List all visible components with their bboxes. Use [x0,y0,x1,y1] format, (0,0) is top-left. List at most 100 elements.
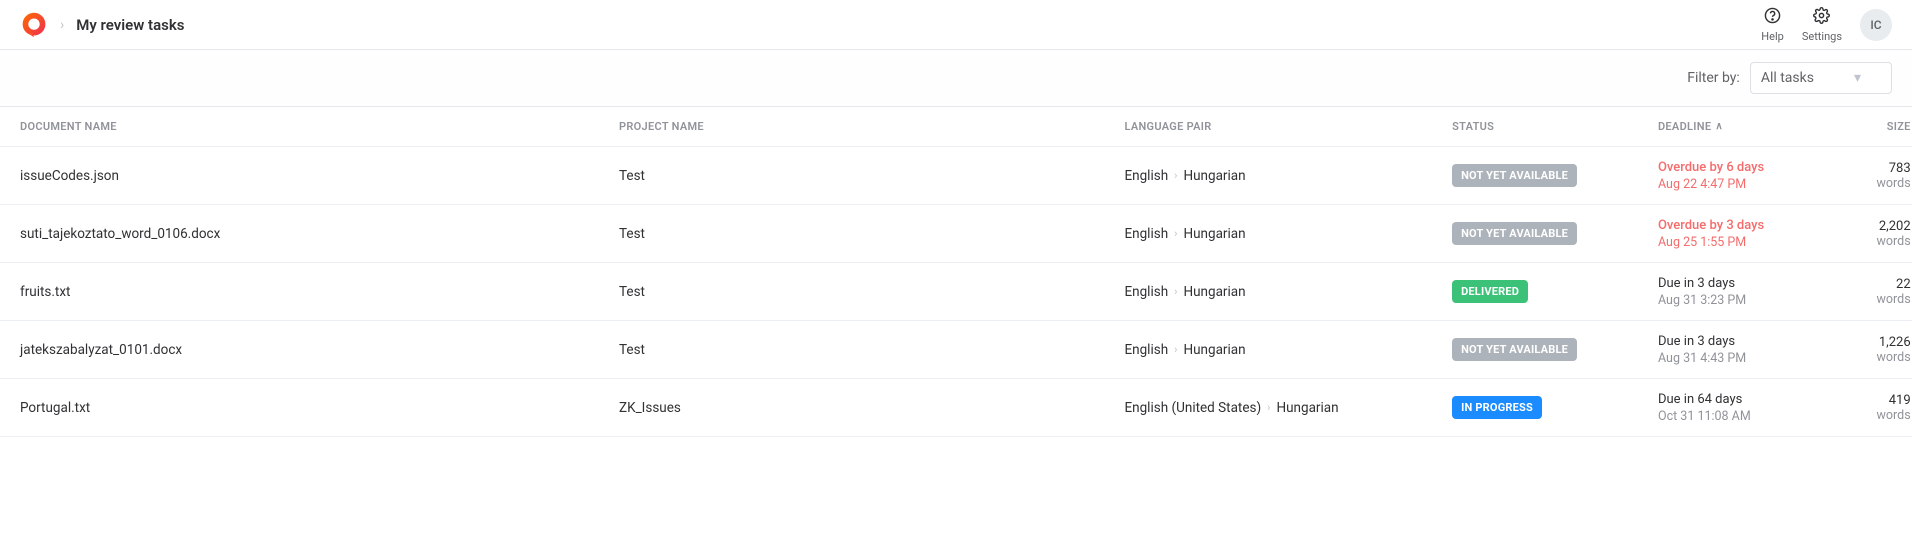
col-size[interactable]: SIZE [1826,120,1910,133]
size-cell: 22 words [1826,277,1910,307]
deadline-absolute: Oct 31 11:08 AM [1658,409,1826,424]
document-name-cell: fruits.txt [20,284,619,300]
deadline-relative: Overdue by 6 days [1658,160,1826,175]
header-left: › My review tasks [20,11,184,39]
deadline-relative: Due in 3 days [1658,334,1826,349]
filter-selected-value: All tasks [1761,70,1814,86]
language-to: Hungarian [1183,284,1245,300]
col-deadline-label: DEADLINE [1658,120,1711,133]
project-name-cell: Test [619,168,1124,184]
app-header: › My review tasks Help Settings IC [0,0,1912,50]
document-name-cell: Portugal.txt [20,400,619,416]
col-status[interactable]: STATUS [1452,120,1658,133]
sort-ascending-icon: ∧ [1715,121,1723,132]
language-pair-cell: English › Hungarian [1124,284,1452,300]
filter-select[interactable]: All tasks ▾ [1750,62,1892,94]
deadline-absolute: Aug 25 1:55 PM [1658,235,1826,250]
table-row[interactable]: issueCodes.json Test English › Hungarian… [0,147,1912,205]
deadline-cell: Due in 64 days Oct 31 11:08 AM [1658,392,1826,424]
deadline-cell: Due in 3 days Aug 31 3:23 PM [1658,276,1826,308]
filter-bar: Filter by: All tasks ▾ [0,50,1912,107]
status-cell: NOT YET AVAILABLE [1452,164,1658,187]
size-cell: 1,226 words [1826,335,1910,365]
size-count: 1,226 [1879,335,1911,350]
col-project-name[interactable]: PROJECT NAME [619,120,1124,133]
status-cell: NOT YET AVAILABLE [1452,222,1658,245]
status-badge: NOT YET AVAILABLE [1452,164,1577,187]
table-header: DOCUMENT NAME PROJECT NAME LANGUAGE PAIR… [0,107,1912,147]
size-cell: 2,202 words [1826,219,1910,249]
language-pair-cell: English › Hungarian [1124,168,1452,184]
app-logo-icon[interactable] [20,11,48,39]
deadline-cell: Due in 3 days Aug 31 4:43 PM [1658,334,1826,366]
project-name-cell: Test [619,284,1124,300]
language-pair-cell: English › Hungarian [1124,226,1452,242]
chevron-right-icon: › [1174,343,1177,356]
table-body: issueCodes.json Test English › Hungarian… [0,147,1912,437]
settings-button[interactable]: Settings [1802,7,1842,43]
help-icon [1764,7,1781,28]
size-cell: 783 words [1826,161,1910,191]
project-name-cell: ZK_Issues [619,400,1124,416]
user-avatar[interactable]: IC [1860,9,1892,41]
deadline-relative: Due in 64 days [1658,392,1826,407]
chevron-right-icon: › [1267,401,1270,414]
size-count: 783 [1889,161,1911,176]
document-name-cell: suti_tajekoztato_word_0106.docx [20,226,619,242]
language-to: Hungarian [1183,168,1245,184]
deadline-absolute: Aug 22 4:47 PM [1658,177,1826,192]
language-to: Hungarian [1276,400,1338,416]
status-badge: IN PROGRESS [1452,396,1542,419]
language-pair-cell: English (United States) › Hungarian [1124,400,1452,416]
language-from: English (United States) [1124,400,1261,416]
help-label: Help [1761,30,1784,43]
language-pair-cell: English › Hungarian [1124,342,1452,358]
deadline-relative: Due in 3 days [1658,276,1826,291]
gear-icon [1813,7,1830,28]
language-from: English [1124,226,1168,242]
document-name-cell: jatekszabalyzat_0101.docx [20,342,619,358]
document-name-cell: issueCodes.json [20,168,619,184]
chevron-down-icon: ▾ [1854,70,1861,86]
size-count: 419 [1889,393,1911,408]
project-name-cell: Test [619,226,1124,242]
size-unit: words [1877,350,1911,365]
project-name-cell: Test [619,342,1124,358]
chevron-right-icon: › [1174,169,1177,182]
col-deadline[interactable]: DEADLINE ∧ [1658,120,1826,133]
deadline-cell: Overdue by 3 days Aug 25 1:55 PM [1658,218,1826,250]
status-cell: DELIVERED [1452,280,1658,303]
deadline-cell: Overdue by 6 days Aug 22 4:47 PM [1658,160,1826,192]
language-from: English [1124,168,1168,184]
chevron-right-icon: › [1174,285,1177,298]
size-count: 22 [1896,277,1911,292]
page-title: My review tasks [76,16,184,34]
size-count: 2,202 [1879,219,1911,234]
col-language-pair[interactable]: LANGUAGE PAIR [1124,120,1452,133]
filter-label: Filter by: [1687,70,1740,86]
language-from: English [1124,342,1168,358]
language-to: Hungarian [1183,226,1245,242]
size-unit: words [1877,176,1911,191]
status-cell: IN PROGRESS [1452,396,1658,419]
deadline-absolute: Aug 31 4:43 PM [1658,351,1826,366]
col-document-name[interactable]: DOCUMENT NAME [20,120,619,133]
breadcrumb-separator-icon: › [60,17,64,33]
size-unit: words [1877,408,1911,423]
status-badge: NOT YET AVAILABLE [1452,222,1577,245]
header-right: Help Settings IC [1761,7,1892,43]
help-button[interactable]: Help [1761,7,1784,43]
language-to: Hungarian [1183,342,1245,358]
table-row[interactable]: suti_tajekoztato_word_0106.docx Test Eng… [0,205,1912,263]
status-badge: NOT YET AVAILABLE [1452,338,1577,361]
size-cell: 419 words [1826,393,1910,423]
deadline-absolute: Aug 31 3:23 PM [1658,293,1826,308]
table-row[interactable]: fruits.txt Test English › Hungarian DELI… [0,263,1912,321]
table-row[interactable]: Portugal.txt ZK_Issues English (United S… [0,379,1912,437]
status-cell: NOT YET AVAILABLE [1452,338,1658,361]
deadline-relative: Overdue by 3 days [1658,218,1826,233]
table-row[interactable]: jatekszabalyzat_0101.docx Test English ›… [0,321,1912,379]
settings-label: Settings [1802,30,1842,43]
size-unit: words [1877,234,1911,249]
size-unit: words [1877,292,1911,307]
